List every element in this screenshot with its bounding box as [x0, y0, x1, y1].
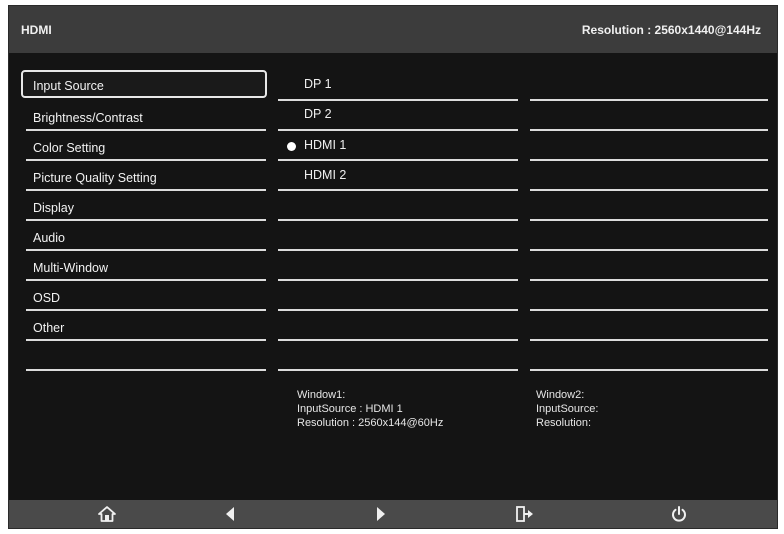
- menu-divider: [26, 249, 266, 251]
- window2-resolution: Resolution:: [536, 417, 592, 429]
- option-divider: [278, 279, 518, 281]
- sub-option-divider: [530, 99, 768, 101]
- option-divider: [278, 159, 518, 161]
- option-divider: [278, 189, 518, 191]
- menu-item-label: OSD: [33, 291, 61, 305]
- header-bar: HDMI Resolution : 2560x1440@144Hz: [9, 6, 777, 53]
- menu-item-color-setting[interactable]: Color Setting: [21, 132, 267, 160]
- menu-item-brightness-contrast[interactable]: Brightness/Contrast: [21, 102, 267, 130]
- current-resolution-label: Resolution : 2560x1440@144Hz: [581, 23, 761, 37]
- selected-indicator-icon: [287, 142, 296, 151]
- menu-divider: [26, 339, 266, 341]
- menu-item-osd[interactable]: OSD: [21, 282, 267, 310]
- right-arrow-icon[interactable]: [371, 506, 391, 522]
- option-divider: [278, 249, 518, 251]
- monitor-osd-menu: HDMI Resolution : 2560x1440@144Hz Input …: [8, 5, 778, 529]
- menu-item-audio[interactable]: Audio: [21, 222, 267, 250]
- menu-item-multi-window[interactable]: Multi-Window: [21, 252, 267, 280]
- key-guide-bar: [9, 500, 777, 528]
- menu-item-label: Brightness/Contrast: [33, 111, 143, 125]
- left-arrow-icon[interactable]: [220, 506, 240, 522]
- option-divider: [278, 129, 518, 131]
- menu-item-display[interactable]: Display: [21, 192, 267, 220]
- window2-title: Window2:: [536, 389, 585, 401]
- menu-divider: [26, 309, 266, 311]
- menu-divider: [26, 159, 266, 161]
- menu-divider: [26, 189, 266, 191]
- menu-item-label: Color Setting: [33, 141, 106, 155]
- sub-option-divider: [530, 129, 768, 131]
- exit-icon[interactable]: [515, 506, 535, 522]
- sub-option-divider: [530, 189, 768, 191]
- sub-option-divider: [530, 309, 768, 311]
- sub-option-divider: [530, 369, 768, 371]
- menu-item-input-source[interactable]: Input Source: [21, 70, 267, 98]
- menu-item-label: Multi-Window: [33, 261, 109, 275]
- menu-item-picture-quality-setting[interactable]: Picture Quality Setting: [21, 162, 267, 190]
- menu-item-label: Display: [33, 201, 74, 215]
- menu-item-label: Input Source: [33, 79, 104, 93]
- menu-divider: [26, 219, 266, 221]
- menu-divider: [26, 129, 266, 131]
- menu-divider: [26, 279, 266, 281]
- window2-input-source: InputSource:: [536, 403, 599, 415]
- window1-resolution: Resolution : 2560x144@60Hz: [297, 417, 444, 429]
- sub-option-divider: [530, 339, 768, 341]
- option-divider: [278, 219, 518, 221]
- sub-option-divider: [530, 159, 768, 161]
- menu-item-other[interactable]: Other: [21, 312, 267, 340]
- sub-option-divider: [530, 249, 768, 251]
- menu-item-label: Picture Quality Setting: [33, 171, 157, 185]
- option-divider: [278, 339, 518, 341]
- home-icon[interactable]: [97, 506, 117, 522]
- option-dp1[interactable]: DP 1: [304, 77, 332, 91]
- menu-item-label: Other: [33, 321, 65, 335]
- power-icon[interactable]: [669, 506, 689, 522]
- window1-input-source: InputSource : HDMI 1: [297, 403, 403, 415]
- current-source-label: HDMI: [21, 23, 52, 37]
- option-divider: [278, 369, 518, 371]
- option-divider: [278, 309, 518, 311]
- menu-divider: [26, 369, 266, 371]
- option-hdmi2[interactable]: HDMI 2: [304, 168, 346, 182]
- window2-info: Window2: InputSource: Resolution:: [536, 388, 598, 430]
- window1-title: Window1:: [297, 389, 346, 401]
- window1-info: Window1: InputSource : HDMI 1 Resolution…: [297, 388, 443, 430]
- menu-item-label: Audio: [33, 231, 65, 245]
- option-hdmi1[interactable]: HDMI 1: [304, 138, 346, 152]
- sub-option-divider: [530, 279, 768, 281]
- option-dp2[interactable]: DP 2: [304, 107, 332, 121]
- sub-option-divider: [530, 219, 768, 221]
- option-divider: [278, 99, 518, 101]
